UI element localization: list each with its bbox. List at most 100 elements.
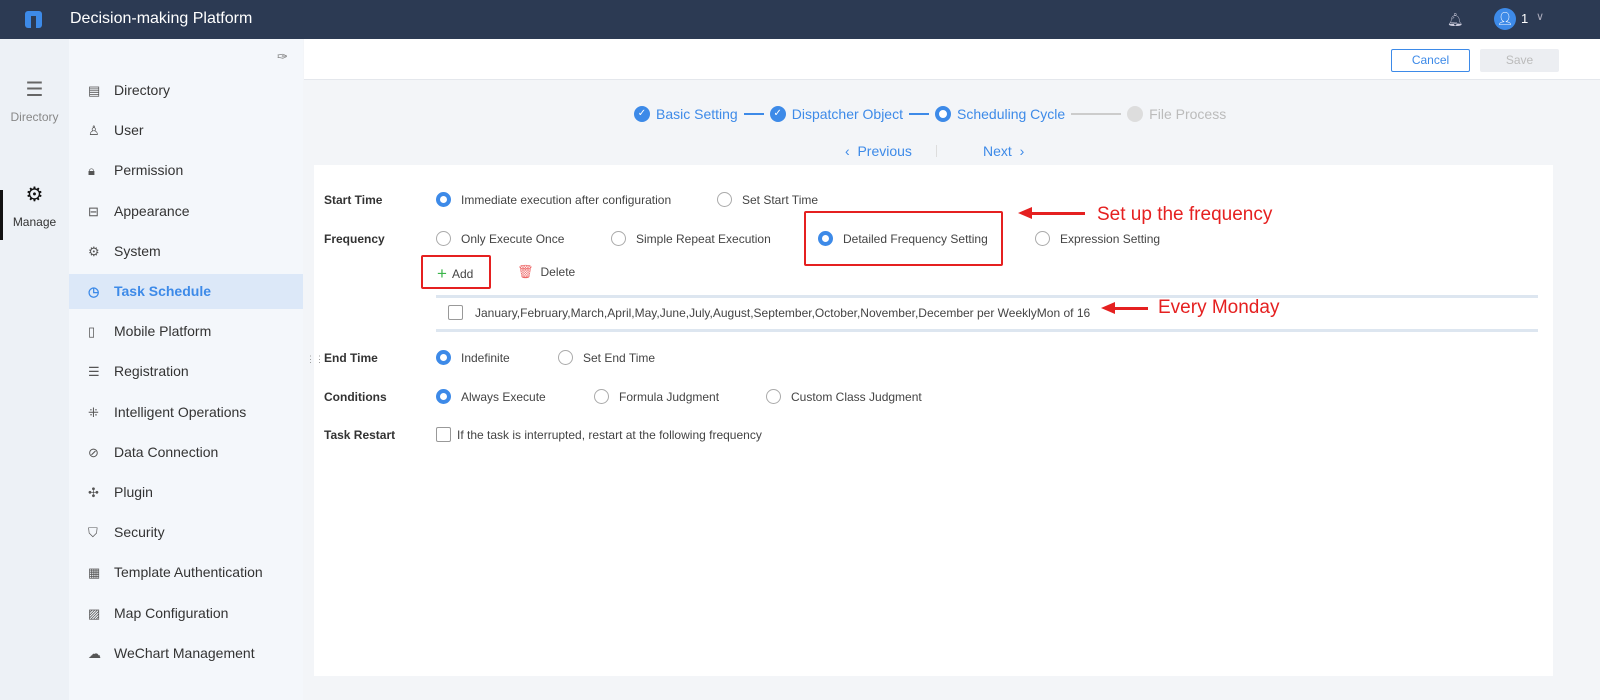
puzzle-icon: ✣ xyxy=(88,485,99,500)
sidebar: ✑ ▤ Directory ♙ User 🔒︎ Permission ⊟ Appearance… xyxy=(69,39,303,700)
save-button[interactable]: Save xyxy=(1480,49,1559,72)
current-step-icon xyxy=(935,106,951,122)
sidebar-item-label: Task Schedule xyxy=(114,283,212,299)
row-checkbox[interactable] xyxy=(448,305,463,320)
sidebar-item-label: Template Authentication xyxy=(114,564,263,581)
sidebar-item-permission[interactable]: 🔒︎ Permission xyxy=(69,153,303,188)
option-label: Expression Setting xyxy=(1060,231,1161,246)
previous-button[interactable]: ‹ Previous xyxy=(845,143,912,159)
check-icon: ✓ xyxy=(634,106,650,122)
cancel-button[interactable]: Cancel xyxy=(1391,49,1470,72)
pending-step-icon xyxy=(1127,106,1144,122)
gear-icon: ⚙ xyxy=(88,243,100,259)
task-restart-label: Task Restart xyxy=(324,428,396,442)
annotation-frequency: Set up the frequency xyxy=(1097,204,1273,225)
option-label: Custom Class Judgment xyxy=(791,389,922,404)
rail-directory[interactable]: ☰ Directory xyxy=(0,77,69,124)
sidebar-item-label: Security xyxy=(114,524,165,541)
option-label: If the task is interrupted, restart at t… xyxy=(457,427,762,442)
avatar[interactable]: 👤︎ xyxy=(1494,8,1516,30)
sidebar-item-user[interactable]: ♙ User xyxy=(69,113,303,148)
sidebar-item-plugin[interactable]: ✣ Plugin xyxy=(69,475,303,510)
rail-label: Manage xyxy=(12,215,57,229)
task-restart-checkbox[interactable]: If the task is interrupted, restart at t… xyxy=(436,427,762,442)
sidebar-item-label: Permission xyxy=(114,162,184,179)
radio-immediate[interactable]: Immediate execution after configuration xyxy=(436,192,671,207)
link-icon: ⊘ xyxy=(88,444,99,460)
annotation-box-add xyxy=(421,255,491,289)
sidebar-item-label: System xyxy=(114,242,161,259)
row-text: January,February,March,April,May,June,Ju… xyxy=(475,305,1091,320)
stepper: ✓ Basic Setting ✓ Dispatcher Object Schedu… xyxy=(634,106,1226,122)
sidebar-item-label: Intelligent Operations xyxy=(114,403,247,420)
step-file-process[interactable]: File Process xyxy=(1149,106,1226,122)
sidebar-item-mobile-platform[interactable]: ▯ Mobile Platform xyxy=(69,314,303,349)
sidebar-item-label: User xyxy=(114,122,144,139)
radio-indefinite[interactable]: Indefinite xyxy=(436,350,510,365)
sidebar-item-data-connection[interactable]: ⊘ Data Connection xyxy=(69,435,303,470)
radio-set-end-time[interactable]: Set End Time xyxy=(558,350,655,365)
sidebar-item-security[interactable]: ⛉ Security xyxy=(69,515,303,550)
step-basic[interactable]: Basic Setting xyxy=(656,106,738,122)
chevron-down-icon[interactable]: ∨ xyxy=(1536,10,1544,23)
user-icon: ♙ xyxy=(88,123,100,139)
lock-icon: 🔒︎ xyxy=(88,163,95,179)
shield-icon: ⛉ xyxy=(88,525,98,541)
sidebar-item-template-authentication[interactable]: ▦ Template Authentication xyxy=(69,555,303,590)
trash-icon: 🗑︎ xyxy=(517,264,534,279)
sidebar-item-label: WeChart Management xyxy=(114,644,255,661)
radio-set-start-time[interactable]: Set Start Time xyxy=(717,192,818,207)
sidebar-item-intelligent-operations[interactable]: ⁜ Intelligent Operations xyxy=(69,395,303,430)
previous-label: Previous xyxy=(857,143,912,159)
toolbar: Cancel Save xyxy=(304,39,1600,80)
annotation-arrow xyxy=(1101,302,1148,314)
rail-label: Directory xyxy=(10,110,59,124)
sidebar-item-label: Plugin xyxy=(114,484,153,500)
radio-custom-class[interactable]: Custom Class Judgment xyxy=(766,389,922,404)
step-dispatcher[interactable]: Dispatcher Object xyxy=(792,106,903,122)
radio-formula-judgment[interactable]: Formula Judgment xyxy=(594,389,719,404)
table-row[interactable]: January,February,March,April,May,June,Ju… xyxy=(448,305,1090,320)
radio-only-once[interactable]: Only Execute Once xyxy=(436,231,564,246)
sidebar-item-label: Registration xyxy=(114,363,189,380)
registration-icon: ☰ xyxy=(88,364,100,380)
bell-icon[interactable]: 🔔︎ xyxy=(1447,12,1464,28)
sidebar-item-appearance[interactable]: ⊟ Appearance xyxy=(69,194,303,229)
sidebar-item-task-schedule[interactable]: ◷ Task Schedule xyxy=(69,274,303,309)
radio-simple-repeat[interactable]: Simple Repeat Execution xyxy=(611,231,771,246)
sidebar-item-map-configuration[interactable]: ▨ Map Configuration xyxy=(69,596,303,631)
next-label: Next xyxy=(983,143,1012,159)
radio-expression[interactable]: Expression Setting xyxy=(1035,231,1160,246)
frequency-label: Frequency xyxy=(324,232,385,246)
annotation-arrow xyxy=(1018,207,1085,219)
paint-roller-icon: ⊟ xyxy=(88,203,99,219)
sidebar-item-system[interactable]: ⚙ System xyxy=(69,234,303,269)
start-time-label: Start Time xyxy=(324,193,383,207)
annotation-monday: Every Monday xyxy=(1158,297,1280,318)
sidebar-item-wechart-management[interactable]: ☁ WeChart Management xyxy=(69,636,303,671)
sidebar-item-registration[interactable]: ☰ Registration xyxy=(69,354,303,389)
wechat-icon: ☁ xyxy=(88,645,101,661)
rail-manage[interactable]: ⚙ Manage xyxy=(0,182,69,229)
next-button[interactable]: Next › xyxy=(983,143,1024,159)
delete-label: Delete xyxy=(540,265,576,279)
option-label: Set End Time xyxy=(583,350,656,365)
end-time-label: End Time xyxy=(324,351,378,365)
map-icon: ▨ xyxy=(88,605,101,621)
pin-icon[interactable]: ✑ xyxy=(277,49,288,65)
left-rail: ☰ Directory ⚙ Manage xyxy=(0,39,69,700)
resize-handle[interactable]: ⋮⋮ xyxy=(306,354,324,365)
mobile-icon: ▯ xyxy=(88,324,96,340)
check-icon: ✓ xyxy=(769,106,786,122)
logo-icon xyxy=(25,11,42,28)
step-scheduling[interactable]: Scheduling Cycle xyxy=(957,106,1065,122)
directory-icon: ▤ xyxy=(88,83,101,98)
user-name[interactable]: 1 xyxy=(1521,11,1528,26)
clock-icon: ◷ xyxy=(88,284,100,299)
sidebar-item-directory[interactable]: ▤ Directory xyxy=(69,73,303,108)
annotation-box-detailed xyxy=(804,211,1003,266)
delete-button[interactable]: 🗑︎ Delete xyxy=(517,264,575,280)
top-header: Decision-making Platform 🔔︎ 👤︎ 1 ∨ xyxy=(0,0,1600,39)
radio-always-execute[interactable]: Always Execute xyxy=(436,389,546,404)
option-label: Only Execute Once xyxy=(461,231,565,246)
